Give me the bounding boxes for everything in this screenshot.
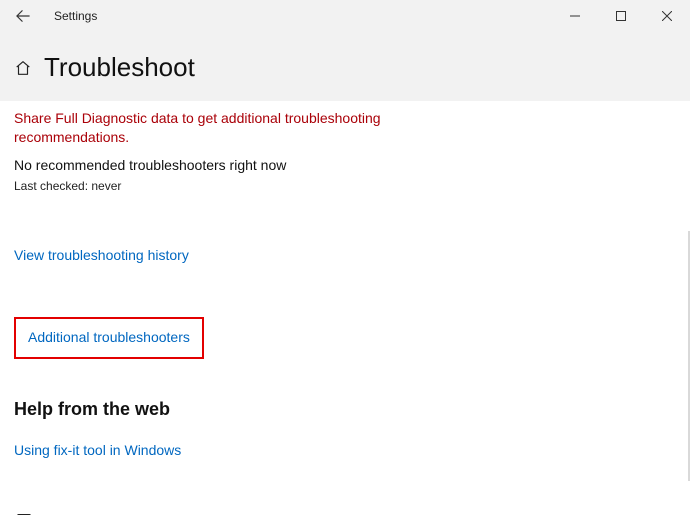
content-area: Share Full Diagnostic data to get additi…	[0, 101, 690, 514]
page-title: Troubleshoot	[44, 52, 195, 83]
page-header: Troubleshoot	[0, 32, 690, 101]
fixit-link[interactable]: Using fix-it tool in Windows	[14, 442, 181, 458]
home-icon[interactable]	[14, 59, 32, 77]
help-heading: Help from the web	[14, 399, 676, 420]
close-icon	[662, 11, 672, 21]
chat-help-icon: ?	[14, 510, 34, 515]
maximize-button[interactable]	[598, 0, 644, 32]
footer-links: ? Get help Give feedback	[14, 510, 676, 515]
recommendation-status: No recommended troubleshooters right now	[14, 157, 676, 173]
close-button[interactable]	[644, 0, 690, 32]
get-help-row[interactable]: ? Get help	[14, 510, 676, 515]
back-button[interactable]	[0, 0, 46, 32]
minimize-button[interactable]	[552, 0, 598, 32]
view-history-link[interactable]: View troubleshooting history	[14, 247, 189, 263]
arrow-left-icon	[16, 9, 30, 23]
titlebar: Settings	[0, 0, 690, 32]
diagnostic-warning: Share Full Diagnostic data to get additi…	[14, 109, 444, 147]
last-checked-text: Last checked: never	[14, 179, 676, 193]
additional-troubleshooters-link[interactable]: Additional troubleshooters	[28, 329, 190, 345]
maximize-icon	[616, 11, 626, 21]
minimize-icon	[570, 11, 580, 21]
window-title: Settings	[54, 9, 97, 23]
highlight-box: Additional troubleshooters	[14, 317, 204, 359]
